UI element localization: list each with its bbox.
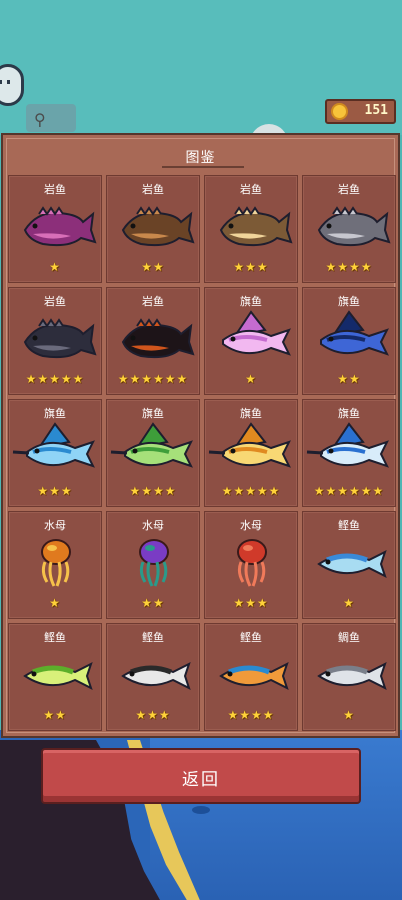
fish-name: 旗鱼	[44, 407, 66, 420]
eye-icon	[0, 80, 2, 84]
fish-icon	[303, 310, 395, 368]
fish-name: 水母	[240, 519, 262, 532]
star-rating: ★★★★★	[25, 372, 85, 386]
fish-card[interactable]: 鲣鱼 ★★	[8, 623, 102, 731]
fish-name: 旗鱼	[338, 407, 360, 420]
fish-name: 旗鱼	[240, 407, 262, 420]
fish-card[interactable]: 岩鱼 ★★★	[204, 175, 298, 283]
star-rating: ★★★★★★	[313, 484, 385, 498]
fish-icon	[303, 646, 395, 704]
fish-name: 岩鱼	[142, 183, 164, 196]
fish-card[interactable]: 鲣鱼 ★★★	[106, 623, 200, 731]
fish-icon	[107, 422, 199, 480]
fish-name: 岩鱼	[44, 183, 66, 196]
fish-card[interactable]: 旗鱼 ★★★★	[106, 399, 200, 507]
fish-card[interactable]: 旗鱼 ★★	[302, 287, 396, 395]
fish-icon	[107, 534, 199, 592]
fish-card[interactable]: 水母 ★★★	[204, 511, 298, 619]
fish-name: 旗鱼	[142, 407, 164, 420]
fish-card[interactable]: 旗鱼 ★	[204, 287, 298, 395]
fish-card[interactable]: 鲣鱼 ★	[302, 511, 396, 619]
hook-icon: ⚲	[34, 110, 46, 129]
back-button[interactable]: 返回	[41, 748, 361, 804]
fish-icon	[205, 534, 297, 592]
swimming-fish	[192, 806, 210, 814]
encyclopedia-panel: 图鉴 岩鱼 ★ 岩鱼 ★★ 岩鱼 ★★★ 岩鱼 ★★★★ 岩鱼 ★★★★★ 岩鱼 ★★★★★★ 旗鱼 ★ 旗…	[1, 133, 400, 738]
star-rating: ★★	[141, 596, 165, 610]
fish-name: 鲷鱼	[338, 631, 360, 644]
fish-name: 水母	[44, 519, 66, 532]
star-rating: ★	[343, 708, 355, 722]
fish-card[interactable]: 鲷鱼 ★	[302, 623, 396, 731]
fish-name: 旗鱼	[338, 295, 360, 308]
star-rating: ★★★★★	[221, 484, 281, 498]
fish-name: 岩鱼	[142, 295, 164, 308]
fish-name: 鲣鱼	[44, 631, 66, 644]
star-rating: ★★★★	[325, 260, 373, 274]
fish-icon	[9, 646, 101, 704]
fish-icon	[205, 310, 297, 368]
fish-icon	[9, 198, 101, 256]
fish-name: 鲣鱼	[142, 631, 164, 644]
fish-icon	[303, 198, 395, 256]
star-rating: ★★★	[135, 708, 171, 722]
fish-card[interactable]: 水母 ★★	[106, 511, 200, 619]
star-rating: ★★★	[233, 596, 269, 610]
fish-card[interactable]: 旗鱼 ★★★	[8, 399, 102, 507]
fish-card[interactable]: 岩鱼 ★★★★★★	[106, 287, 200, 395]
star-rating: ★★	[141, 260, 165, 274]
fish-icon	[9, 310, 101, 368]
fish-name: 岩鱼	[44, 295, 66, 308]
fish-icon	[9, 422, 101, 480]
fish-icon	[205, 422, 297, 480]
fish-card[interactable]: 岩鱼 ★★	[106, 175, 200, 283]
fish-name: 鲣鱼	[240, 631, 262, 644]
fish-name: 鲣鱼	[338, 519, 360, 532]
fish-icon	[303, 422, 395, 480]
star-rating: ★	[245, 372, 257, 386]
fish-card[interactable]: 旗鱼 ★★★★★★	[302, 399, 396, 507]
star-rating: ★★	[43, 708, 67, 722]
fishing-hook-button[interactable]: ⚲	[26, 104, 76, 132]
star-rating: ★★	[337, 372, 361, 386]
fish-icon	[107, 310, 199, 368]
coin-icon	[331, 103, 348, 120]
fish-name: 岩鱼	[240, 183, 262, 196]
fish-name: 水母	[142, 519, 164, 532]
eye-icon	[7, 80, 10, 84]
fish-name: 旗鱼	[240, 295, 262, 308]
fish-icon	[205, 646, 297, 704]
star-rating: ★★★★	[227, 708, 275, 722]
coin-counter: 151	[325, 99, 396, 124]
star-rating: ★	[49, 260, 61, 274]
panel-title: 图鉴	[185, 150, 216, 166]
fish-icon	[107, 198, 199, 256]
fish-icon	[9, 534, 101, 592]
star-rating: ★★★	[233, 260, 269, 274]
fish-card[interactable]: 水母 ★	[8, 511, 102, 619]
fish-grid: 岩鱼 ★ 岩鱼 ★★ 岩鱼 ★★★ 岩鱼 ★★★★ 岩鱼 ★★★★★ 岩鱼 ★★★★★★ 旗鱼 ★ 旗鱼 ★★…	[8, 175, 396, 731]
fish-card[interactable]: 旗鱼 ★★★★★	[204, 399, 298, 507]
star-rating: ★★★★★★	[117, 372, 189, 386]
coin-amount: 151	[364, 103, 388, 118]
fish-card[interactable]: 岩鱼 ★★★★★	[8, 287, 102, 395]
fish-card[interactable]: 岩鱼 ★★★★	[302, 175, 396, 283]
star-rating: ★★★★	[129, 484, 177, 498]
fish-icon	[107, 646, 199, 704]
title-underline	[162, 166, 244, 168]
star-rating: ★	[49, 596, 61, 610]
fish-card[interactable]: 岩鱼 ★	[8, 175, 102, 283]
star-rating: ★	[343, 596, 355, 610]
star-rating: ★★★	[37, 484, 73, 498]
fish-name: 岩鱼	[338, 183, 360, 196]
back-button-label: 返回	[182, 770, 220, 790]
fish-icon	[205, 198, 297, 256]
character-button[interactable]	[0, 64, 24, 106]
fish-icon	[303, 534, 395, 592]
fish-card[interactable]: 鲣鱼 ★★★★	[204, 623, 298, 731]
